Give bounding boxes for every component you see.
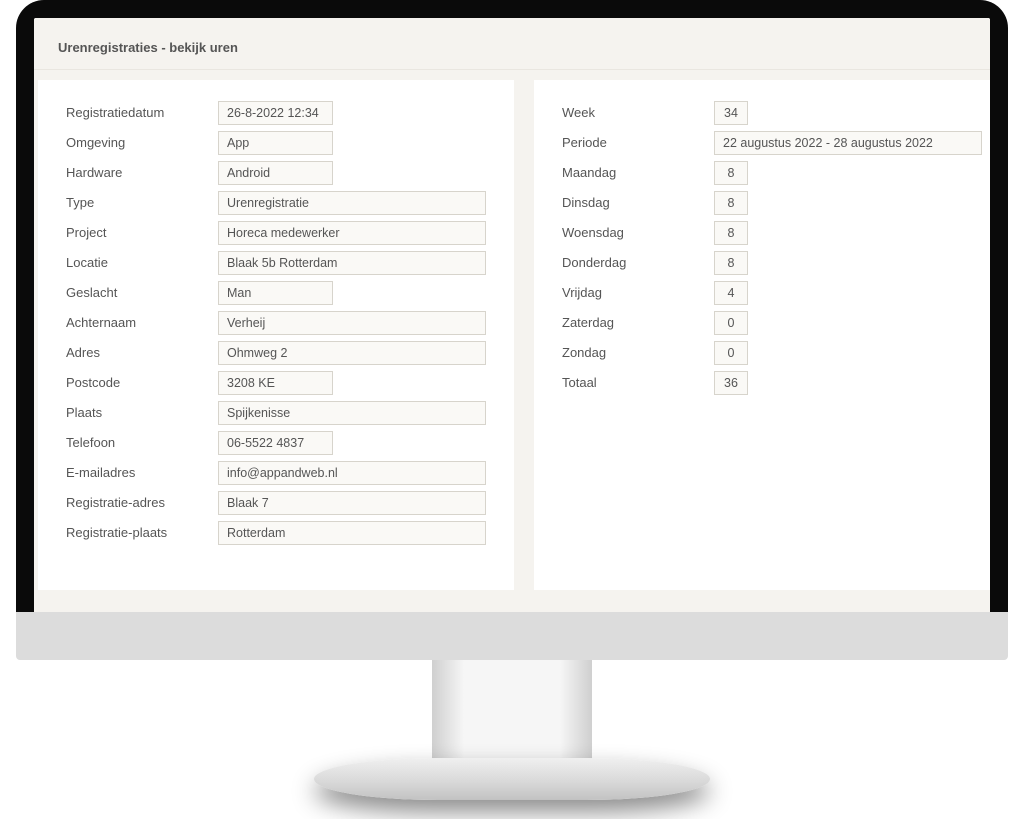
- field-omgeving: Omgeving App: [66, 130, 486, 156]
- value-reg-adres: Blaak 7: [218, 491, 486, 515]
- field-hardware: Hardware Android: [66, 160, 486, 186]
- field-registratiedatum: Registratiedatum 26-8-2022 12:34: [66, 100, 486, 126]
- field-reg-adres: Registratie-adres Blaak 7: [66, 490, 486, 516]
- label-reg-plaats: Registratie-plaats: [66, 520, 218, 546]
- monitor-frame: Urenregistraties - bekijk uren Registrat…: [16, 0, 1008, 660]
- value-registratiedatum: 26-8-2022 12:34: [218, 101, 333, 125]
- value-donderdag: 8: [714, 251, 748, 275]
- monitor-chin: [16, 612, 1008, 660]
- field-zaterdag: Zaterdag 0: [562, 310, 982, 336]
- label-email: E-mailadres: [66, 460, 218, 486]
- label-project: Project: [66, 220, 218, 246]
- value-maandag: 8: [714, 161, 748, 185]
- label-omgeving: Omgeving: [66, 130, 218, 156]
- value-postcode: 3208 KE: [218, 371, 333, 395]
- field-periode: Periode 22 augustus 2022 - 28 augustus 2…: [562, 130, 982, 156]
- value-adres: Ohmweg 2: [218, 341, 486, 365]
- label-periode: Periode: [562, 130, 714, 156]
- hours-field-list: Week 34 Periode 22 augustus 2022 - 28 au…: [562, 100, 982, 396]
- field-maandag: Maandag 8: [562, 160, 982, 186]
- value-type: Urenregistratie: [218, 191, 486, 215]
- label-type: Type: [66, 190, 218, 216]
- label-plaats: Plaats: [66, 400, 218, 426]
- value-hardware: Android: [218, 161, 333, 185]
- field-email: E-mailadres info@appandweb.nl: [66, 460, 486, 486]
- label-week: Week: [562, 100, 714, 126]
- label-vrijdag: Vrijdag: [562, 280, 714, 306]
- value-vrijdag: 4: [714, 281, 748, 305]
- label-achternaam: Achternaam: [66, 310, 218, 336]
- value-locatie: Blaak 5b Rotterdam: [218, 251, 486, 275]
- label-reg-adres: Registratie-adres: [66, 490, 218, 516]
- value-totaal: 36: [714, 371, 748, 395]
- label-dinsdag: Dinsdag: [562, 190, 714, 216]
- field-dinsdag: Dinsdag 8: [562, 190, 982, 216]
- label-maandag: Maandag: [562, 160, 714, 186]
- field-donderdag: Donderdag 8: [562, 250, 982, 276]
- value-achternaam: Verheij: [218, 311, 486, 335]
- label-postcode: Postcode: [66, 370, 218, 396]
- value-omgeving: App: [218, 131, 333, 155]
- label-zaterdag: Zaterdag: [562, 310, 714, 336]
- value-email: info@appandweb.nl: [218, 461, 486, 485]
- field-locatie: Locatie Blaak 5b Rotterdam: [66, 250, 486, 276]
- value-zondag: 0: [714, 341, 748, 365]
- label-locatie: Locatie: [66, 250, 218, 276]
- field-type: Type Urenregistratie: [66, 190, 486, 216]
- field-postcode: Postcode 3208 KE: [66, 370, 486, 396]
- field-project: Project Horeca medewerker: [66, 220, 486, 246]
- monitor-base: [314, 758, 710, 800]
- field-vrijdag: Vrijdag 4: [562, 280, 982, 306]
- field-adres: Adres Ohmweg 2: [66, 340, 486, 366]
- value-periode: 22 augustus 2022 - 28 augustus 2022: [714, 131, 982, 155]
- field-geslacht: Geslacht Man: [66, 280, 486, 306]
- field-woensdag: Woensdag 8: [562, 220, 982, 246]
- label-registratiedatum: Registratiedatum: [66, 100, 218, 126]
- label-telefoon: Telefoon: [66, 430, 218, 456]
- label-donderdag: Donderdag: [562, 250, 714, 276]
- label-adres: Adres: [66, 340, 218, 366]
- value-zaterdag: 0: [714, 311, 748, 335]
- value-week: 34: [714, 101, 748, 125]
- field-reg-plaats: Registratie-plaats Rotterdam: [66, 520, 486, 546]
- value-dinsdag: 8: [714, 191, 748, 215]
- details-panel: Registratiedatum 26-8-2022 12:34 Omgevin…: [38, 80, 514, 590]
- app-screen: Urenregistraties - bekijk uren Registrat…: [34, 18, 990, 642]
- label-totaal: Totaal: [562, 370, 714, 396]
- field-week: Week 34: [562, 100, 982, 126]
- value-woensdag: 8: [714, 221, 748, 245]
- field-zondag: Zondag 0: [562, 340, 982, 366]
- field-telefoon: Telefoon 06-5522 4837: [66, 430, 486, 456]
- label-zondag: Zondag: [562, 340, 714, 366]
- details-field-list: Registratiedatum 26-8-2022 12:34 Omgevin…: [66, 100, 486, 546]
- value-plaats: Spijkenisse: [218, 401, 486, 425]
- label-geslacht: Geslacht: [66, 280, 218, 306]
- content-panels: Registratiedatum 26-8-2022 12:34 Omgevin…: [34, 70, 990, 590]
- value-project: Horeca medewerker: [218, 221, 486, 245]
- page-title: Urenregistraties - bekijk uren: [34, 18, 990, 70]
- field-plaats: Plaats Spijkenisse: [66, 400, 486, 426]
- hours-panel: Week 34 Periode 22 augustus 2022 - 28 au…: [534, 80, 990, 590]
- value-reg-plaats: Rotterdam: [218, 521, 486, 545]
- value-geslacht: Man: [218, 281, 333, 305]
- field-achternaam: Achternaam Verheij: [66, 310, 486, 336]
- value-telefoon: 06-5522 4837: [218, 431, 333, 455]
- field-totaal: Totaal 36: [562, 370, 982, 396]
- label-woensdag: Woensdag: [562, 220, 714, 246]
- label-hardware: Hardware: [66, 160, 218, 186]
